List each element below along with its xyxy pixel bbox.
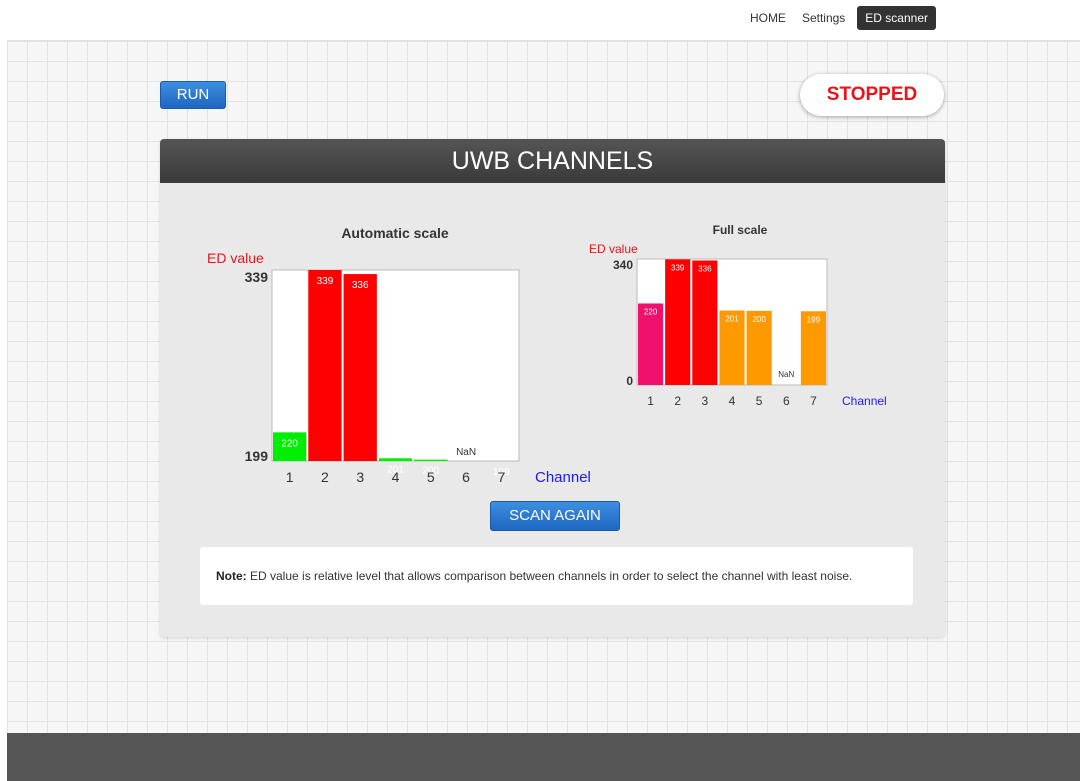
x-tick-label: 4 [392,469,400,485]
x-tick-label: 3 [356,469,364,485]
note-label: Note: [216,569,247,583]
note-text: ED value is relative level that allows c… [246,569,853,583]
bar-value-label: NaN [778,370,794,379]
x-tick-label: 7 [497,469,505,485]
nav-settings-link[interactable]: Settings [798,6,849,30]
x-tick-label: 2 [674,394,681,408]
full-chart-title: Full scale [712,223,768,237]
x-tick-label: 1 [647,394,654,408]
uwb-channels-panel: UWB CHANNELS Automatic scale ED value 339… [160,139,945,637]
nav-ed-scanner-link[interactable]: ED scanner [857,6,936,30]
main-content: RUN STOPPED UWB CHANNELS Automatic scale… [7,40,1080,733]
x-tick-label: 2 [321,469,329,485]
y-tick-label-max: 340 [613,258,633,272]
bar-value-label: 336 [698,264,712,273]
bar-value-label: 339 [671,263,685,272]
y-axis-label: ED value [589,242,638,256]
bar-channel-3 [692,260,718,385]
panel-title: UWB CHANNELS [160,139,945,183]
bar-value-label: 200 [752,315,766,324]
bar-channel-5 [414,459,448,461]
top-navbar: HOME Settings ED scanner [0,0,1080,38]
auto-chart-title: Automatic scale [341,225,449,241]
nav-home-link[interactable]: HOME [746,6,790,30]
x-tick-label: 6 [462,469,470,485]
bar-value-label: 201 [725,315,739,324]
bar-channel-2 [308,270,342,461]
bar-value-label: NaN [456,447,476,458]
x-tick-label: 5 [756,394,763,408]
bar-channel-4 [378,458,413,461]
run-button[interactable]: RUN [160,81,226,109]
y-tick-label-min: 199 [245,448,269,464]
footer [7,733,1080,781]
bar-value-label: 220 [644,307,658,316]
note-box: Note: ED value is relative level that al… [200,547,913,605]
scan-again-button[interactable]: SCAN AGAIN [490,501,620,531]
x-tick-label: 7 [810,394,817,408]
bar-channel-2 [665,259,691,385]
status-badge: STOPPED [800,74,944,116]
bar-value-label: 199 [807,315,821,324]
x-tick-label: 4 [729,394,736,408]
x-tick-label: 6 [783,394,790,408]
y-tick-label-max: 339 [245,269,269,285]
x-axis-label: Channel [842,394,887,408]
x-tick-label: 1 [286,469,294,485]
nav-menu: HOME Settings ED scanner [746,6,936,30]
full-scale-chart: ED value 340 0 220 1 339 2 336 3 201 4 200 5 NaN 6 199 7… [589,242,887,408]
auto-scale-chart: ED value339199220133923363 2014 2005NaN6 19… [207,250,591,486]
y-axis-label: ED value [207,250,264,266]
y-tick-label-min: 0 [626,374,633,388]
x-tick-label: 5 [427,469,435,485]
x-axis-label: Channel [535,469,591,486]
bar-value-label: 339 [317,276,334,287]
x-tick-label: 3 [702,394,709,408]
bar-value-label: 336 [352,280,369,291]
bar-value-label: 220 [281,438,298,449]
bar-channel-3 [343,274,377,461]
